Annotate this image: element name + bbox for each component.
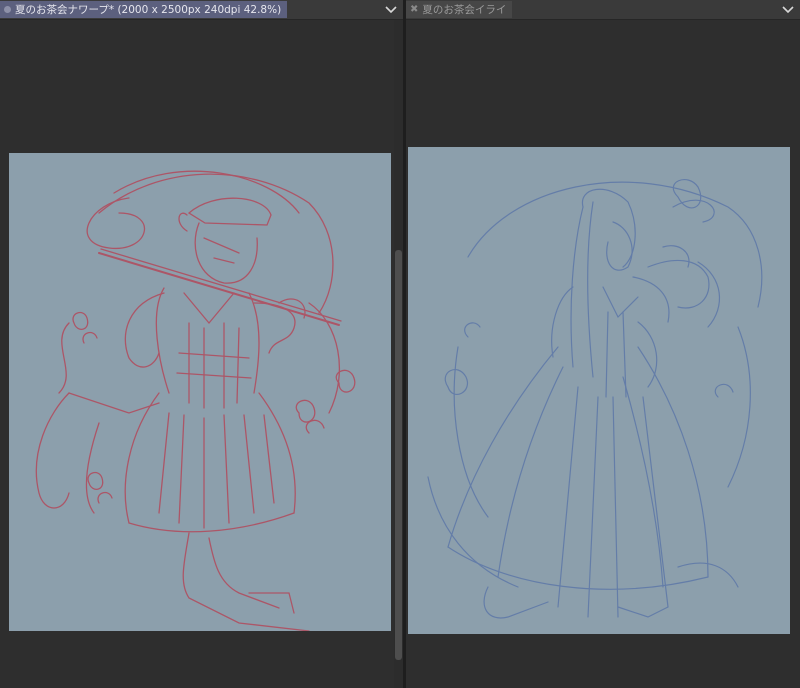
left-canvas-paper[interactable] [9,153,391,631]
close-icon[interactable]: ✖ [410,4,418,15]
chevron-down-icon [385,5,397,13]
right-document-tab[interactable]: ✖ 夏のお茶会イライ [406,1,513,18]
left-tab-menu-button[interactable] [383,1,399,18]
right-canvas-paper[interactable] [408,147,790,634]
left-document-tab-title: 夏のお茶会ナワープ* (2000 x 2500px 240dpi 42.8%) [15,4,282,16]
left-tab-bar: 夏のお茶会ナワープ* (2000 x 2500px 240dpi 42.8%) [0,0,403,20]
right-tab-menu-button[interactable] [780,1,796,18]
right-document-tab-title: 夏のお茶会イライ [422,4,507,16]
right-canvas-area[interactable] [406,20,800,688]
left-document-pane: 夏のお茶会ナワープ* (2000 x 2500px 240dpi 42.8%) [0,0,403,688]
left-document-tab[interactable]: 夏のお茶会ナワープ* (2000 x 2500px 240dpi 42.8%) [0,1,288,18]
document-status-icon [4,6,11,13]
right-tab-bar: ✖ 夏のお茶会イライ [406,0,800,20]
chevron-down-icon [782,5,794,13]
left-scrollbar-thumb[interactable] [395,250,402,660]
left-canvas-area[interactable] [0,20,403,688]
left-vertical-scrollbar[interactable] [394,20,403,688]
right-document-pane: ✖ 夏のお茶会イライ [406,0,800,688]
blue-sketch-drawing [427,178,763,619]
red-sketch-drawing [35,170,356,631]
